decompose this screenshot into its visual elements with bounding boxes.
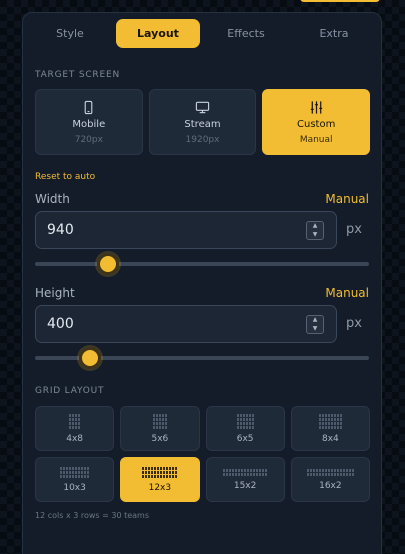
settings-panel: Style Layout Effects Extra TARGET SCREEN… xyxy=(22,12,382,554)
reset-to-auto-link[interactable]: Reset to auto xyxy=(35,172,95,182)
height-label: Height xyxy=(35,286,75,300)
width-unit: px xyxy=(346,222,362,237)
tab-effects[interactable]: Effects xyxy=(204,19,288,48)
grid-option-16x2[interactable]: 16x2 xyxy=(290,457,370,502)
height-input[interactable] xyxy=(36,306,296,342)
grid-option-label: 10x3 xyxy=(63,482,86,493)
tab-extra[interactable]: Extra xyxy=(292,19,376,48)
grid-option-label: 4x8 xyxy=(66,433,84,444)
stepper-up-icon[interactable]: ▲ xyxy=(307,316,323,325)
grid-option-label: 16x2 xyxy=(319,480,342,491)
width-input[interactable] xyxy=(36,212,296,248)
grid-preview-icon xyxy=(60,466,90,478)
top-button-edge[interactable] xyxy=(300,0,380,2)
grid-option-label: 15x2 xyxy=(233,480,257,491)
screen-option-name: Stream xyxy=(184,118,221,130)
grid-option-10x3[interactable]: 10x3 xyxy=(35,457,115,502)
grid-preview-icon xyxy=(142,466,178,478)
grid-preview-icon xyxy=(236,413,254,429)
grid-summary-text: 12 cols x 3 rows = 30 teams xyxy=(35,511,150,520)
grid-option-4x8[interactable]: 4x8 xyxy=(35,406,115,451)
grid-option-15x2[interactable]: 15x2 xyxy=(205,457,285,502)
screen-option-custom[interactable]: Custom Manual xyxy=(262,89,371,155)
height-stepper[interactable]: ▲ ▼ xyxy=(306,315,324,334)
screen-option-sub: Manual xyxy=(299,134,333,145)
grid-preview-icon xyxy=(152,413,167,429)
grid-layout-options: 4x8 5x6 6x5 8x4 10x3 12x3 15x2 16x2 xyxy=(35,406,370,502)
target-screen-options: Mobile 720px Stream 1920px Custom Manual xyxy=(35,89,371,155)
grid-option-6x5[interactable]: 6x5 xyxy=(205,406,285,451)
grid-option-label: 8x4 xyxy=(321,433,339,444)
tab-layout[interactable]: Layout xyxy=(116,19,200,48)
height-unit: px xyxy=(346,316,362,331)
grid-preview-icon xyxy=(306,468,354,476)
sliders-icon xyxy=(310,100,322,114)
grid-preview-icon xyxy=(223,468,268,476)
phone-icon xyxy=(84,100,93,114)
screen-option-name: Mobile xyxy=(72,118,106,130)
stepper-down-icon[interactable]: ▼ xyxy=(307,231,323,240)
height-mode-label: Manual xyxy=(325,286,369,300)
grid-option-8x4[interactable]: 8x4 xyxy=(290,406,370,451)
screen-option-sub: 720px xyxy=(74,134,103,145)
stepper-up-icon[interactable]: ▲ xyxy=(307,222,323,231)
height-slider[interactable] xyxy=(35,347,369,369)
screen-option-name: Custom xyxy=(297,118,336,130)
width-label: Width xyxy=(35,192,70,206)
grid-option-label: 6x5 xyxy=(236,433,254,444)
width-slider-thumb[interactable] xyxy=(97,253,120,275)
grid-option-label: 12x3 xyxy=(148,482,172,493)
grid-option-5x6[interactable]: 5x6 xyxy=(120,406,200,451)
target-screen-heading: TARGET SCREEN xyxy=(35,70,120,80)
width-mode-label: Manual xyxy=(325,192,369,206)
screen-option-stream[interactable]: Stream 1920px xyxy=(148,89,257,155)
tab-style[interactable]: Style xyxy=(28,19,112,48)
width-stepper[interactable]: ▲ ▼ xyxy=(306,221,324,240)
grid-preview-icon xyxy=(318,413,342,429)
height-slider-thumb[interactable] xyxy=(79,347,102,369)
grid-preview-icon xyxy=(69,413,81,429)
stepper-down-icon[interactable]: ▼ xyxy=(307,325,323,334)
width-slider[interactable] xyxy=(35,253,369,275)
grid-option-12x3[interactable]: 12x3 xyxy=(120,457,200,502)
screen-option-mobile[interactable]: Mobile 720px xyxy=(35,89,143,155)
grid-layout-heading: GRID LAYOUT xyxy=(35,386,105,396)
screen-option-sub: 1920px xyxy=(185,134,220,145)
width-input-box: ▲ ▼ xyxy=(35,211,337,249)
height-input-box: ▲ ▼ xyxy=(35,305,337,343)
grid-option-label: 5x6 xyxy=(151,433,169,444)
tab-bar: Style Layout Effects Extra xyxy=(28,19,376,48)
monitor-icon xyxy=(195,101,210,113)
